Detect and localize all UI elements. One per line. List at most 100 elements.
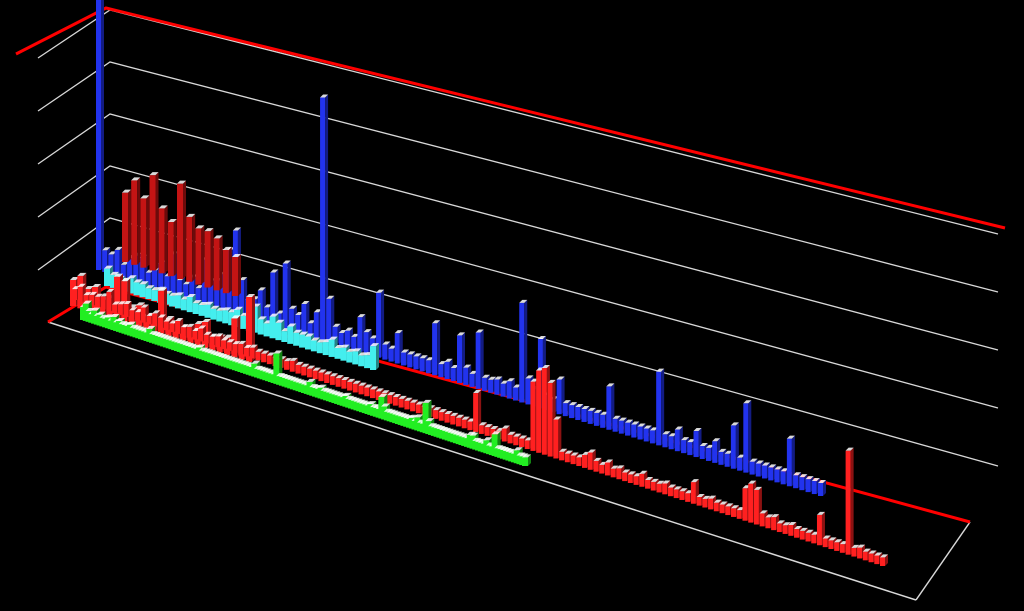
bar bbox=[604, 462, 610, 476]
bar bbox=[334, 347, 341, 359]
bar bbox=[347, 381, 353, 391]
bar bbox=[828, 540, 834, 550]
bar bbox=[818, 483, 823, 496]
bar bbox=[167, 222, 174, 277]
bar bbox=[513, 436, 519, 446]
bar bbox=[152, 313, 158, 327]
bar bbox=[569, 405, 575, 419]
bar bbox=[364, 355, 371, 369]
frame-top-edge bbox=[15, 6, 1006, 230]
bar bbox=[425, 360, 431, 374]
bar bbox=[699, 445, 705, 459]
bar bbox=[433, 410, 439, 419]
bar bbox=[742, 488, 748, 521]
bar bbox=[693, 431, 699, 458]
bar bbox=[811, 481, 817, 495]
bar bbox=[834, 542, 840, 551]
bar bbox=[530, 381, 536, 451]
bar-side bbox=[228, 246, 232, 294]
bar bbox=[180, 299, 187, 311]
bar bbox=[281, 331, 288, 342]
bar-side bbox=[155, 172, 159, 271]
bar bbox=[320, 97, 326, 341]
bar bbox=[186, 326, 192, 338]
bar bbox=[606, 386, 612, 430]
bar bbox=[587, 452, 593, 470]
bar bbox=[805, 479, 811, 493]
bar bbox=[484, 427, 490, 436]
bar bbox=[444, 361, 450, 380]
bar bbox=[299, 334, 306, 348]
bar bbox=[410, 402, 416, 412]
bar bbox=[643, 428, 649, 442]
bar bbox=[398, 398, 404, 408]
bar-side bbox=[183, 180, 186, 279]
bar bbox=[357, 317, 363, 352]
bar bbox=[656, 371, 662, 446]
bar bbox=[771, 517, 777, 531]
bar bbox=[570, 455, 576, 465]
bar bbox=[198, 328, 204, 342]
bar bbox=[222, 249, 229, 294]
bar bbox=[776, 523, 782, 533]
bar bbox=[257, 319, 264, 335]
bar bbox=[519, 302, 525, 403]
bar bbox=[400, 352, 406, 366]
bar bbox=[600, 414, 606, 428]
bar bbox=[312, 370, 318, 380]
bar bbox=[284, 361, 290, 370]
bar bbox=[216, 310, 223, 322]
bar bbox=[736, 510, 742, 519]
bar bbox=[478, 425, 484, 434]
bar bbox=[243, 347, 249, 357]
bar bbox=[782, 525, 788, 534]
bar bbox=[192, 330, 198, 340]
bar bbox=[768, 467, 774, 481]
bar bbox=[157, 317, 163, 329]
bar bbox=[220, 340, 226, 350]
bar-side bbox=[173, 219, 177, 277]
bar bbox=[145, 288, 152, 300]
bar bbox=[627, 474, 633, 483]
bar bbox=[104, 268, 110, 286]
bar bbox=[163, 321, 169, 331]
bar bbox=[857, 547, 863, 559]
bar bbox=[287, 326, 294, 344]
bar bbox=[743, 403, 749, 473]
bar bbox=[123, 303, 129, 317]
bar bbox=[599, 464, 605, 474]
bar bbox=[316, 342, 323, 354]
bar bbox=[759, 513, 765, 527]
bar bbox=[633, 476, 639, 485]
bar bbox=[313, 312, 319, 339]
bar-side bbox=[192, 213, 196, 282]
bar bbox=[467, 421, 473, 431]
bar bbox=[712, 441, 718, 463]
bar bbox=[112, 304, 118, 314]
bar-side bbox=[146, 195, 150, 268]
bar bbox=[469, 373, 475, 387]
bar bbox=[564, 453, 570, 463]
bar bbox=[690, 482, 696, 504]
chart-container bbox=[0, 0, 1024, 611]
bar bbox=[295, 364, 301, 374]
bar bbox=[186, 296, 193, 313]
bar bbox=[667, 487, 673, 497]
bar bbox=[266, 355, 272, 365]
bar bbox=[761, 465, 767, 479]
bar bbox=[106, 291, 112, 312]
bar bbox=[174, 295, 181, 309]
bar-side bbox=[137, 177, 141, 265]
bar bbox=[816, 514, 822, 546]
bar bbox=[146, 315, 152, 325]
bar bbox=[232, 257, 238, 296]
bar bbox=[222, 310, 229, 324]
bar bbox=[708, 498, 714, 510]
bar bbox=[702, 498, 708, 508]
bar bbox=[748, 483, 754, 523]
bar bbox=[210, 308, 217, 320]
bar bbox=[282, 263, 288, 329]
bar bbox=[388, 348, 394, 362]
bar bbox=[139, 284, 146, 298]
bar bbox=[649, 430, 655, 444]
